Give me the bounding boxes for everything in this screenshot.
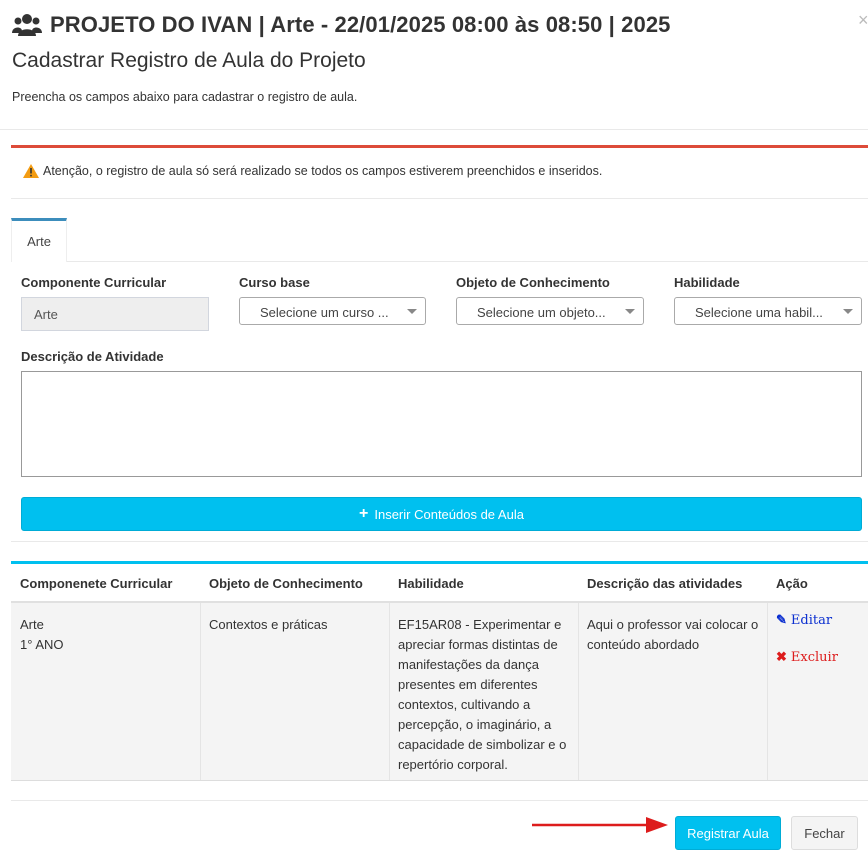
descricao-label: Descrição de Atividade bbox=[21, 349, 164, 364]
edit-link[interactable]: ✎ Editar bbox=[776, 613, 832, 628]
componente-label: Componente Curricular bbox=[21, 275, 167, 290]
table-header: Componenete Curricular Objeto de Conheci… bbox=[11, 564, 868, 603]
alert-text: Atenção, o registro de aula só será real… bbox=[43, 164, 603, 178]
warning-icon bbox=[23, 164, 39, 178]
column-divider bbox=[200, 603, 201, 780]
objeto-select[interactable]: Selecione um objeto... bbox=[456, 297, 644, 325]
modal-header: PROJETO DO IVAN | Arte - 22/01/2025 08:0… bbox=[0, 0, 868, 130]
th-componente: Componenete Curricular bbox=[20, 576, 173, 591]
cell-descricao: Aqui o professor vai colocar o conteúdo … bbox=[587, 617, 759, 652]
habilidade-select-placeholder: Selecione uma habil... bbox=[695, 305, 823, 320]
insert-content-label: Inserir Conteúdos de Aula bbox=[374, 506, 524, 522]
close-button[interactable]: Fechar bbox=[791, 816, 858, 850]
plus-icon: + bbox=[359, 505, 369, 522]
column-divider bbox=[767, 603, 768, 780]
title-row: PROJETO DO IVAN | Arte - 22/01/2025 08:0… bbox=[12, 12, 671, 38]
th-habilidade: Habilidade bbox=[398, 576, 464, 591]
users-icon bbox=[12, 14, 42, 36]
curso-select-placeholder: Selecione um curso ... bbox=[260, 305, 389, 320]
curso-label: Curso base bbox=[239, 275, 310, 290]
descricao-textarea[interactable] bbox=[21, 371, 862, 477]
delete-link[interactable]: ✖ Excluir bbox=[776, 650, 838, 665]
componente-field: Arte bbox=[21, 297, 209, 331]
content-table: Componenete Curricular Objeto de Conheci… bbox=[11, 561, 868, 781]
cell-componente-name: Arte bbox=[20, 617, 44, 632]
pencil-icon: ✎ bbox=[776, 613, 787, 628]
curso-select[interactable]: Selecione um curso ... bbox=[239, 297, 426, 325]
tab-arte[interactable]: Arte bbox=[11, 218, 67, 262]
footer-divider bbox=[11, 800, 868, 801]
close-icon[interactable]: × bbox=[858, 10, 868, 31]
chevron-down-icon bbox=[625, 309, 635, 314]
times-icon: ✖ bbox=[776, 650, 787, 665]
modal-title: PROJETO DO IVAN | Arte - 22/01/2025 08:0… bbox=[50, 12, 671, 37]
chevron-down-icon bbox=[407, 309, 417, 314]
column-divider bbox=[389, 603, 390, 780]
th-descricao: Descrição das atividades bbox=[587, 576, 743, 591]
chevron-down-icon bbox=[843, 309, 853, 314]
objeto-select-placeholder: Selecione um objeto... bbox=[477, 305, 606, 320]
th-acao: Ação bbox=[776, 576, 808, 591]
edit-label: Editar bbox=[790, 613, 833, 628]
table-row: Arte 1° ANO Contextos e práticas EF15AR0… bbox=[11, 603, 868, 781]
th-objeto: Objeto de Conhecimento bbox=[209, 576, 363, 591]
insert-content-button[interactable]: + Inserir Conteúdos de Aula bbox=[21, 497, 862, 531]
objeto-label: Objeto de Conhecimento bbox=[456, 275, 610, 290]
column-divider bbox=[578, 603, 579, 780]
arrow-icon bbox=[532, 817, 668, 833]
cell-componente-ano: 1° ANO bbox=[20, 637, 64, 652]
delete-label: Excluir bbox=[790, 650, 838, 665]
cell-objeto: Contextos e práticas bbox=[209, 617, 328, 632]
cell-componente: Arte 1° ANO bbox=[20, 615, 195, 655]
help-text: Preencha os campos abaixo para cadastrar… bbox=[12, 90, 358, 104]
habilidade-select[interactable]: Selecione uma habil... bbox=[674, 297, 862, 325]
divider bbox=[11, 541, 868, 542]
page-subtitle: Cadastrar Registro de Aula do Projeto bbox=[12, 49, 366, 72]
cell-habilidade: EF15AR08 - Experimentar e apreciar forma… bbox=[398, 617, 567, 772]
habilidade-label: Habilidade bbox=[674, 275, 740, 290]
warning-alert: Atenção, o registro de aula só será real… bbox=[11, 145, 868, 199]
tab-bar: Arte bbox=[11, 218, 868, 262]
register-lesson-button[interactable]: Registrar Aula bbox=[675, 816, 781, 850]
